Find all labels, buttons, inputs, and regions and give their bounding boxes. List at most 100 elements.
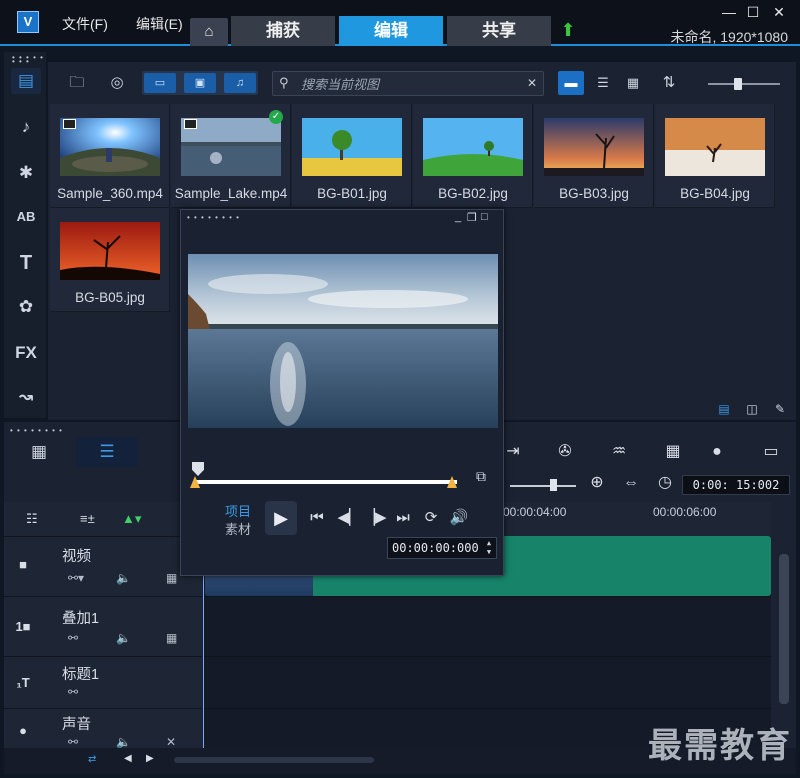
timecode-spinner-icon[interactable]: ▲ ▼ [484, 539, 494, 557]
fit-timeline-icon[interactable]: ⇔ [618, 472, 644, 494]
vertical-scrollbar[interactable] [776, 536, 792, 748]
zoom-in-icon[interactable]: ⊕ [584, 472, 610, 494]
menu-edit[interactable]: 编辑(E) [136, 14, 183, 34]
vertical-scroll-thumb[interactable] [779, 554, 789, 704]
copy-frame-icon[interactable]: ⧉ [472, 468, 490, 486]
thumbnail-size-knob[interactable] [734, 78, 742, 90]
clear-search-icon[interactable]: ✕ [527, 76, 537, 90]
scrub-bar[interactable] [195, 480, 457, 484]
next-frame-button[interactable]: ▕▶ [363, 503, 387, 533]
volume-icon[interactable]: 🔈 [116, 571, 131, 585]
audio-wave-icon[interactable]: ♒ [606, 441, 632, 463]
panel-grip[interactable]: • • • • • • • • [187, 213, 240, 222]
zoom-to-fit-icon[interactable]: ⇄ [88, 754, 96, 765]
thumbnail-view-icon[interactable]: ▬ [558, 71, 584, 95]
instant-project-icon[interactable]: ✱ [11, 160, 41, 186]
volume-icon[interactable]: 🔈 [116, 631, 131, 645]
playback-timecode[interactable]: 00:00:00:000 ▲ ▼ [387, 537, 497, 559]
timeline-zoom-slider[interactable] [510, 485, 576, 487]
subtitle-icon[interactable]: ▭ [758, 441, 784, 463]
link-icon[interactable]: ⚯ [68, 735, 78, 749]
home-icon[interactable]: ⌂ [190, 18, 228, 46]
track-title[interactable]: ₁T 标题1 ⚯ [4, 656, 202, 708]
split-view-icon[interactable]: ◫ [742, 402, 762, 418]
camera-lens-icon[interactable]: ◎ [102, 70, 132, 96]
previous-frame-button[interactable]: ◀▏ [337, 503, 361, 533]
filter-audio-icon[interactable]: ♫ [224, 73, 256, 93]
scroll-right-icon[interactable]: ▶ [146, 753, 154, 764]
tab-edit[interactable]: 编辑 [339, 16, 443, 46]
multi-camera-icon[interactable]: ▦ [660, 441, 686, 463]
track-voice[interactable]: ● 声音 ⚯ 🔈 ✕ [4, 708, 202, 749]
duration-clock-icon[interactable]: ◷ [652, 472, 678, 494]
app-logo-icon[interactable]: V [17, 11, 39, 33]
go-to-start-button[interactable]: ⏮ [305, 503, 329, 533]
scroll-left-icon[interactable]: ◀ [124, 753, 132, 764]
volume-icon[interactable]: 🔈 [116, 735, 131, 749]
transparency-icon[interactable]: ▦ [166, 631, 177, 645]
project-duration[interactable]: 0:00: 15:002 [682, 475, 790, 495]
track-video[interactable]: ■ 视频 ⚯▾ 🔈 ▦ [4, 536, 202, 596]
filter-photo-icon[interactable]: ▣ [184, 73, 216, 93]
media-item[interactable]: BG-B02.jpg [413, 104, 533, 208]
list-view-icon[interactable]: ☰ [590, 71, 616, 95]
storyboard-view-icon[interactable]: ▦ [8, 437, 70, 467]
player-maximize-button[interactable]: □ [481, 211, 488, 223]
grid-view-icon[interactable]: ▦ [620, 71, 646, 95]
thumbnail-size-slider[interactable] [708, 83, 780, 85]
add-track-icon[interactable]: ≡± [80, 511, 95, 526]
link-icon[interactable]: ⚯ [68, 631, 78, 645]
player-restore-button[interactable]: ❐ [467, 211, 477, 224]
menu-file[interactable]: 文件(F) [62, 14, 108, 34]
panel-grip[interactable]: • • • • • • • • [12, 54, 46, 66]
track-manager-icon[interactable]: ☷ [26, 511, 38, 527]
mode-clip[interactable]: 素材 [225, 519, 251, 538]
maximize-button[interactable]: ☐ [744, 4, 762, 21]
media-item[interactable]: BG-B03.jpg [534, 104, 654, 208]
media-item[interactable]: Sample_360.mp4 [50, 104, 170, 208]
minimize-button[interactable]: — [720, 4, 738, 20]
tab-share[interactable]: 共享 [447, 16, 551, 46]
panel-grip[interactable]: • • • • • • • • [10, 426, 63, 435]
import-folder-icon[interactable]: 🗀 [62, 70, 92, 96]
upload-icon[interactable]: ⬆ [558, 20, 578, 42]
media-library-icon[interactable]: ▤ [11, 68, 41, 94]
transition-icon[interactable]: AB [11, 204, 41, 230]
link-icon[interactable]: ⚯▾ [68, 571, 84, 585]
mute-icon[interactable]: ✕ [166, 735, 176, 749]
mask-icon[interactable]: ● [704, 441, 730, 463]
media-item[interactable]: ✓ Sample_Lake.mp4 [171, 104, 291, 208]
mode-project[interactable]: 项目 [225, 501, 251, 520]
record-capture-icon[interactable]: ✇ [552, 441, 578, 463]
title-lane[interactable] [203, 656, 771, 708]
fx-icon[interactable]: FX [11, 340, 41, 366]
sort-icon[interactable]: ⇅ [654, 70, 684, 96]
audio-note-icon[interactable]: ♪ [11, 114, 41, 140]
link-icon[interactable]: ⚯ [68, 685, 78, 699]
search-input[interactable] [301, 74, 521, 94]
overlay-lane[interactable] [203, 596, 771, 656]
go-to-end-button[interactable]: ⏭ [391, 503, 415, 533]
play-button[interactable]: ▶ [265, 501, 297, 535]
repeat-button[interactable]: ⟳ [419, 503, 443, 533]
library-panel-icon[interactable]: ▤ [714, 402, 734, 418]
close-button[interactable]: ✕ [770, 4, 788, 21]
horizontal-scroll-thumb[interactable] [174, 757, 374, 763]
edit-icon[interactable]: ✎ [770, 402, 790, 418]
add-marker-icon[interactable]: ▲▾ [122, 511, 141, 527]
graphic-icon[interactable]: ✿ [11, 294, 41, 320]
filter-video-icon[interactable]: ▭ [144, 73, 176, 93]
player-minimize-button[interactable]: _ [455, 211, 461, 223]
timeline-view-icon[interactable]: ☰ [76, 437, 138, 467]
path-icon[interactable]: ↝ [11, 384, 41, 410]
title-icon[interactable]: T [11, 250, 41, 276]
transparency-icon[interactable]: ▦ [166, 571, 177, 585]
track-overlay[interactable]: 1■ 叠加1 ⚯ 🔈 ▦ [4, 596, 202, 656]
timeline-zoom-knob[interactable] [550, 479, 557, 491]
tab-capture[interactable]: 捕获 [231, 16, 335, 46]
media-item[interactable]: BG-B04.jpg [655, 104, 775, 208]
scrubber-handle[interactable] [192, 462, 204, 476]
media-item[interactable]: BG-B01.jpg [292, 104, 412, 208]
preview-screen[interactable] [188, 254, 498, 428]
volume-button[interactable]: 🔊 [447, 503, 471, 533]
